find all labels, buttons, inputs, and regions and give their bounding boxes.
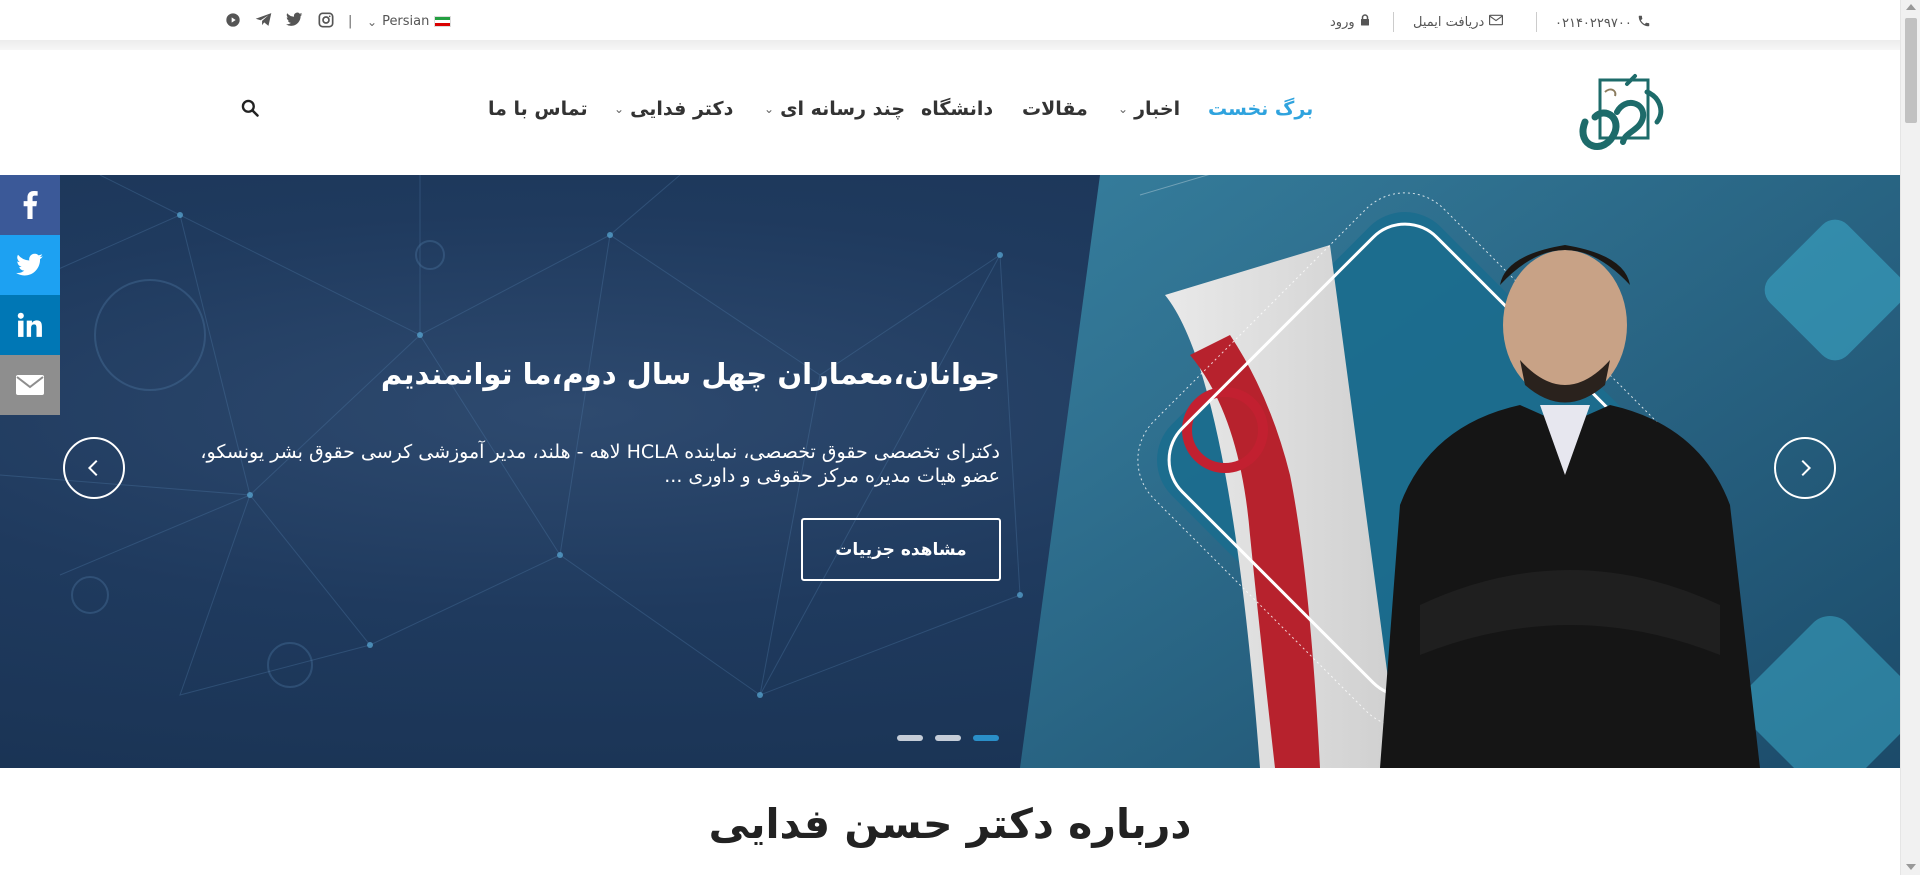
- nav-item-news[interactable]: ⌄ اخبار: [1118, 98, 1180, 120]
- site-header: برگ نخست ⌄ اخبار مقالات دانشگاه ⌄ چند رس…: [0, 50, 1900, 175]
- nav-item-contact[interactable]: تماس با ما: [488, 98, 588, 120]
- page-scrollbar[interactable]: [1900, 0, 1920, 875]
- login-label: ورود: [1330, 14, 1355, 30]
- slider-pagination: [897, 735, 999, 741]
- slider-prev-button[interactable]: [63, 437, 125, 499]
- topbar: ۰۲۱۴۰۲۲۹۷۰۰ دریافت ایمیل ورود ⌄ Persian …: [0, 0, 1900, 44]
- language-selector[interactable]: ⌄ Persian: [367, 14, 452, 29]
- scroll-up-arrow-icon[interactable]: [1906, 4, 1916, 10]
- nav-item-articles[interactable]: مقالات: [1022, 98, 1088, 120]
- twitter-icon: [16, 253, 43, 276]
- share-facebook-button[interactable]: [0, 175, 60, 235]
- email-subscribe-label: دریافت ایمیل: [1413, 14, 1485, 30]
- slider-dot[interactable]: [935, 735, 961, 741]
- share-email-button[interactable]: [0, 355, 60, 415]
- slider-next-button[interactable]: [1774, 437, 1836, 499]
- about-section-title: درباره دکتر حسن فدایی: [708, 800, 1192, 848]
- nav-item-label: دکتر فدایی: [630, 98, 734, 120]
- nav-item-multimedia[interactable]: ⌄ چند رسانه ای: [764, 98, 905, 120]
- youtube-icon[interactable]: [224, 11, 241, 28]
- phone-icon: [1637, 14, 1651, 32]
- chevron-down-icon: ⌄: [367, 14, 378, 29]
- nav-item-university[interactable]: دانشگاه: [921, 98, 993, 120]
- chevron-left-icon: [87, 459, 98, 477]
- language-label: Persian: [382, 14, 430, 29]
- share-twitter-button[interactable]: [0, 235, 60, 295]
- nav-item-label: دانشگاه: [921, 98, 994, 120]
- social-divider: |: [348, 14, 353, 29]
- share-linkedin-button[interactable]: [0, 295, 60, 355]
- search-button[interactable]: [240, 98, 264, 122]
- nav-item-label: تماس با ما: [488, 98, 588, 120]
- chevron-right-icon: [1801, 459, 1812, 477]
- twitter-icon[interactable]: [286, 11, 303, 28]
- iran-flag-icon: [434, 16, 452, 27]
- nav-item-label: مقالات: [1022, 98, 1088, 120]
- email-icon: [16, 375, 44, 395]
- nav-item-home[interactable]: برگ نخست: [1208, 98, 1313, 120]
- nav-item-label: چند رسانه ای: [780, 98, 906, 120]
- nav-item-dr-fadaei[interactable]: ⌄ دکتر فدایی: [614, 98, 733, 120]
- topbar-divider: [1393, 12, 1394, 32]
- search-icon: [241, 99, 259, 117]
- hero-description: دکترای تخصصی حقوق تخصصی، نماینده HCLA لا…: [200, 441, 1000, 487]
- main-nav: برگ نخست ⌄ اخبار مقالات دانشگاه ⌄ چند رس…: [0, 98, 1900, 128]
- envelope-icon: [1489, 14, 1504, 30]
- scroll-down-arrow-icon[interactable]: [1906, 864, 1916, 870]
- chevron-down-icon: ⌄: [614, 102, 625, 116]
- lock-icon: [1360, 14, 1370, 30]
- login-link[interactable]: ورود: [1330, 14, 1370, 30]
- topbar-social-links: [224, 11, 334, 28]
- facebook-icon: [23, 191, 38, 219]
- nav-item-label: اخبار: [1134, 98, 1181, 120]
- instagram-icon[interactable]: [317, 11, 334, 28]
- scroll-thumb[interactable]: [1905, 18, 1917, 123]
- slider-dot-active[interactable]: [973, 735, 999, 741]
- hero-title: جوانان،معماران چهل سال دوم،ما توانمندیم: [380, 357, 1000, 391]
- view-details-button[interactable]: مشاهده جزییات: [801, 518, 1001, 581]
- share-sidebar: [0, 175, 60, 415]
- page: ۰۲۱۴۰۲۲۹۷۰۰ دریافت ایمیل ورود ⌄ Persian …: [0, 0, 1920, 875]
- chevron-down-icon: ⌄: [764, 102, 775, 116]
- hero-slider: جوانان،معماران چهل سال دوم،ما توانمندیم …: [0, 175, 1900, 768]
- chevron-down-icon: ⌄: [1118, 102, 1129, 116]
- telegram-icon[interactable]: [255, 11, 272, 28]
- topbar-divider: [1536, 12, 1537, 32]
- slider-dot[interactable]: [897, 735, 923, 741]
- phone-link[interactable]: ۰۲۱۴۰۲۲۹۷۰۰: [1555, 14, 1651, 32]
- phone-number: ۰۲۱۴۰۲۲۹۷۰۰: [1555, 15, 1632, 31]
- nav-item-label: برگ نخست: [1208, 98, 1314, 120]
- topbar-separator: [0, 40, 1900, 50]
- email-subscribe-link[interactable]: دریافت ایمیل: [1413, 14, 1504, 30]
- linkedin-icon: [17, 312, 42, 337]
